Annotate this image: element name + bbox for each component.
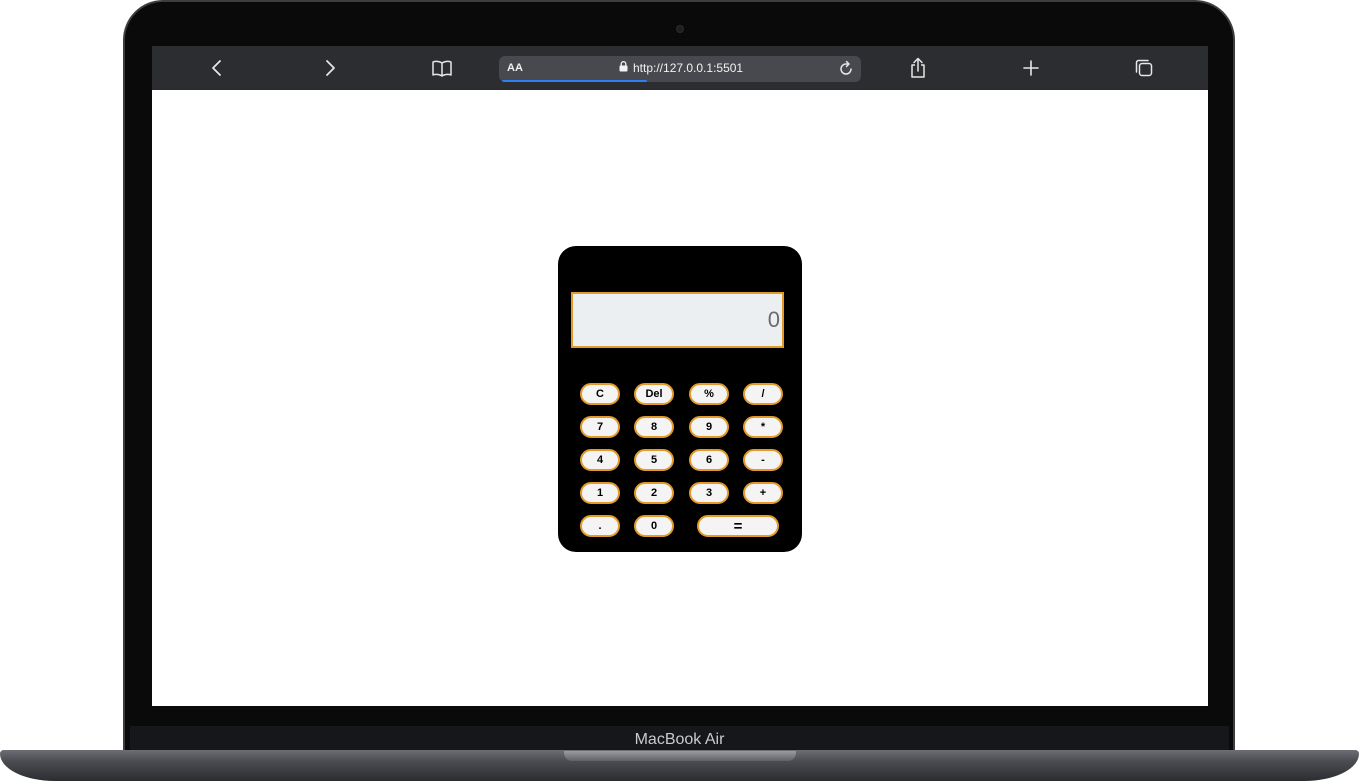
browser-screen: AA http://127.0.0.1:5501 0 C Del % / 7 8…	[152, 46, 1208, 706]
clear-button[interactable]: C	[580, 383, 620, 405]
url-text: http://127.0.0.1:5501	[633, 61, 744, 75]
add-button[interactable]: +	[743, 482, 783, 504]
share-icon[interactable]	[906, 56, 930, 80]
percent-button[interactable]: %	[689, 383, 729, 405]
eight-button[interactable]: 8	[634, 416, 674, 438]
zero-button[interactable]: 0	[634, 515, 674, 537]
lock-icon	[619, 61, 628, 75]
divide-button[interactable]: /	[743, 383, 783, 405]
nine-button[interactable]: 9	[689, 416, 729, 438]
calculator-display: 0	[571, 292, 784, 348]
delete-button[interactable]: Del	[634, 383, 674, 405]
equals-button[interactable]: =	[697, 515, 779, 537]
four-button[interactable]: 4	[580, 449, 620, 471]
chevron-left-icon[interactable]	[205, 56, 229, 80]
browser-toolbar: AA http://127.0.0.1:5501	[152, 46, 1208, 90]
six-button[interactable]: 6	[689, 449, 729, 471]
device-brand-label: MacBook Air	[634, 731, 725, 748]
one-button[interactable]: 1	[580, 482, 620, 504]
plus-icon[interactable]	[1019, 56, 1043, 80]
book-icon[interactable]	[430, 56, 454, 80]
decimal-button[interactable]: .	[580, 515, 620, 537]
address-bar[interactable]: AA http://127.0.0.1:5501	[499, 56, 861, 82]
chevron-right-icon[interactable]	[318, 56, 342, 80]
two-button[interactable]: 2	[634, 482, 674, 504]
tabs-icon[interactable]	[1132, 56, 1156, 80]
three-button[interactable]: 3	[689, 482, 729, 504]
seven-button[interactable]: 7	[580, 416, 620, 438]
page: AA http://127.0.0.1:5501 0 C Del % / 7 8…	[0, 0, 1359, 781]
camera-icon	[676, 25, 684, 33]
calculator: 0 C Del % / 7 8 9 * 4 5 6 - 1 2 3 + . 0 …	[558, 246, 802, 552]
laptop-notch	[564, 751, 796, 761]
five-button[interactable]: 5	[634, 449, 674, 471]
page-load-progress	[502, 80, 647, 82]
url-display: http://127.0.0.1:5501	[619, 61, 743, 75]
reload-icon[interactable]	[837, 60, 855, 78]
subtract-button[interactable]: -	[743, 449, 783, 471]
multiply-button[interactable]: *	[743, 416, 783, 438]
text-size-button[interactable]: AA	[507, 62, 523, 74]
